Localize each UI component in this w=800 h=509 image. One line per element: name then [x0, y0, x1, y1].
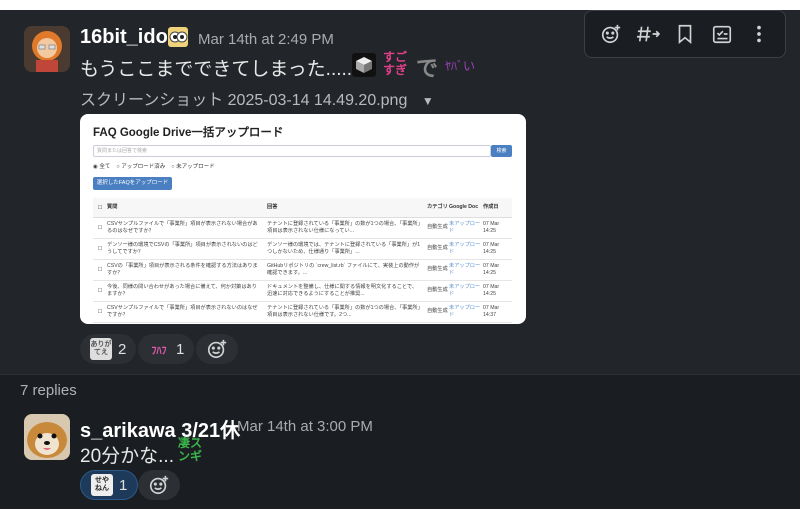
- table-row: ☐ デンソー様の環境でCSVの「事業所」項目が表示されないのはどうしてですか？ …: [93, 239, 512, 260]
- yabai-emoji-icon: ﾔﾊﾞい: [444, 59, 475, 73]
- date-cell: 07 Mar 14:37: [483, 304, 500, 318]
- radio-uploaded: ○ アップロード済み: [116, 164, 166, 170]
- answer-cell: デンソー様の環境では、テナントに登録されている「事業所」が1つしかないため、仕様…: [267, 241, 421, 255]
- de-emoji-icon: で: [415, 56, 438, 81]
- status-emoji-icon: [168, 27, 188, 47]
- table-row: ☐ 今後、同様の問い合わせがあった場合に備えて、何か対策はありますか？ ドキュメ…: [93, 281, 512, 302]
- message-timestamp[interactable]: Mar 14th at 3:00 PM: [237, 418, 373, 435]
- replies-count[interactable]: 7 replies: [20, 382, 77, 399]
- reaction-seyanen[interactable]: せや ねん 1: [80, 470, 139, 500]
- date-cell: 07 Mar 14:25: [483, 262, 500, 276]
- checkbox-icon: ☐: [97, 309, 103, 315]
- thread-divider: [0, 374, 800, 375]
- top-border: [0, 0, 800, 10]
- category-cell: 自動生成: [427, 224, 448, 231]
- checkbox-icon: ☐: [97, 246, 103, 252]
- box-emoji-icon: [352, 53, 376, 77]
- question-cell: CSVサンプルファイルで「事業所」項目が表示されないのはなぜですか？: [107, 304, 258, 318]
- column-header: Google Doc: [449, 203, 479, 210]
- question-cell: 今後、同様の問い合わせがあった場合に備えて、何か対策はありますか？: [107, 283, 257, 297]
- answer-cell: テナントに登録されている「事業所」の数が1つの場合、「事業所」項目は表示されない…: [267, 304, 421, 318]
- doc-cell: 未アップロード: [449, 241, 481, 255]
- question-cell: デンソー様の環境でCSVの「事業所」項目が表示されないのはどうしてですか？: [107, 241, 258, 255]
- reaction-fuhafu[interactable]: ﾌﾊﾌ 1: [138, 334, 195, 364]
- doc-cell: 未アップロード: [449, 262, 481, 276]
- add-reaction-icon[interactable]: [595, 18, 627, 50]
- sugosugi-emoji-icon: 凄ス ンギ: [177, 436, 202, 463]
- arigatee-emoji-icon: ありがてえ: [90, 338, 112, 360]
- attachment-filename[interactable]: スクリーンショット 2025-03-14 14.49.20.png ▼: [80, 86, 434, 110]
- seyanen-emoji-icon: せや ねん: [91, 474, 113, 496]
- question-cell: CSVサンプルファイルで「事業所」項目が表示されない場合があるのはなぜですか？: [107, 220, 258, 234]
- radio-all: ◉ 全て: [93, 164, 111, 170]
- reaction-arigatee[interactable]: ありがてえ 2: [80, 334, 137, 364]
- upload-button: 選択したFAQをアップロード: [93, 177, 172, 190]
- attachment-title: FAQ Google Drive一括アップロード: [93, 127, 284, 139]
- filter-radios: ◉ 全て ○ アップロード済み ○ 未アップロード: [93, 162, 215, 170]
- answer-cell: GitHubリポジトリの `crew_list.rb` ファイルにて、実装上の動…: [267, 262, 420, 276]
- sugoi-emoji-icon: すご すぎ: [382, 50, 407, 77]
- avatar[interactable]: [24, 26, 70, 72]
- column-header: 作成日: [483, 203, 499, 210]
- doc-cell: 未アップロード: [449, 304, 481, 318]
- table-row: ☐ CSVサンプルファイルで「事業所」項目が表示されない場合があるのはなぜですか…: [93, 218, 512, 239]
- checkbox-icon: ☐: [97, 204, 103, 211]
- category-cell: 自動生成: [427, 308, 448, 315]
- message-actions-toolbar: [584, 10, 786, 58]
- reaction-count: 2: [118, 340, 127, 358]
- filename-text: スクリーンショット 2025-03-14 14.49.20.png: [80, 92, 408, 109]
- checkbox-icon: ☐: [97, 225, 103, 231]
- message-timestamp[interactable]: Mar 14th at 2:49 PM: [198, 31, 334, 48]
- checkbox-icon: ☐: [97, 267, 103, 273]
- category-cell: 自動生成: [427, 266, 448, 273]
- reaction-count: 1: [176, 340, 185, 358]
- add-reaction-button[interactable]: [196, 334, 238, 364]
- date-cell: 07 Mar 14:25: [483, 241, 500, 255]
- bookmark-icon[interactable]: [669, 18, 701, 50]
- message-text: もうここまでできてしまった......: [80, 59, 358, 80]
- avatar[interactable]: [24, 414, 70, 460]
- author-name[interactable]: 16bit_idol: [80, 26, 173, 49]
- checkbox-icon: ☐: [97, 288, 103, 294]
- table-row: ☐ CSVサンプルファイルで「事業所」項目が表示されないのはなぜですか？ テナン…: [93, 302, 512, 323]
- faq-table: ☐ 質問 回答 カテゴリ Google Doc 作成日 ☐ CSVサンプルファイ…: [93, 198, 512, 323]
- add-reaction-icon: [149, 475, 169, 495]
- category-cell: 自動生成: [427, 245, 448, 252]
- date-cell: 07 Mar 14:25: [483, 220, 500, 234]
- save-for-later-icon[interactable]: [706, 18, 738, 50]
- answer-cell: テナントに登録されている「事業所」の数が1つの場合、「事業所」項目は表示されない…: [267, 220, 421, 234]
- chevron-down-icon[interactable]: ▼: [422, 94, 434, 108]
- doc-cell: 未アップロード: [449, 220, 481, 234]
- reaction-count: 1: [119, 476, 128, 494]
- table-row: ☐ CSVの「事業所」項目が表示される条件を確認する方法はありますか？ GitH…: [93, 260, 512, 281]
- add-reaction-icon: [207, 339, 227, 359]
- add-reaction-button[interactable]: [138, 470, 180, 500]
- category-cell: 自動生成: [427, 287, 448, 294]
- date-cell: 07 Mar 14:25: [483, 283, 500, 297]
- answer-cell: ドキュメントを整備し、仕様に関する情報を明文化することで、迅速に対応できるように…: [267, 283, 418, 297]
- table-header: ☐ 質問 回答 カテゴリ Google Doc 作成日: [93, 198, 512, 218]
- attachment-image[interactable]: FAQ Google Drive一括アップロード 質問または回答で検索 検索 ◉…: [80, 114, 526, 324]
- column-header: カテゴリ: [427, 203, 448, 210]
- fuhafu-emoji-icon: ﾌﾊﾌ: [151, 345, 167, 357]
- search-button: 検索: [491, 145, 512, 157]
- radio-not-uploaded: ○ 未アップロード: [171, 164, 215, 170]
- author-name[interactable]: s_arikawa 3/21休: [80, 414, 240, 443]
- question-cell: CSVの「事業所」項目が表示される条件を確認する方法はありますか？: [107, 262, 258, 276]
- search-input: 質問または回答で検索: [93, 145, 491, 157]
- forward-to-channel-icon[interactable]: [632, 18, 664, 50]
- doc-cell: 未アップロード: [449, 283, 481, 297]
- column-header: 回答: [267, 203, 278, 210]
- column-header: 質問: [107, 203, 118, 210]
- message-text: 20分かな...: [80, 446, 174, 467]
- more-actions-icon[interactable]: [743, 18, 775, 50]
